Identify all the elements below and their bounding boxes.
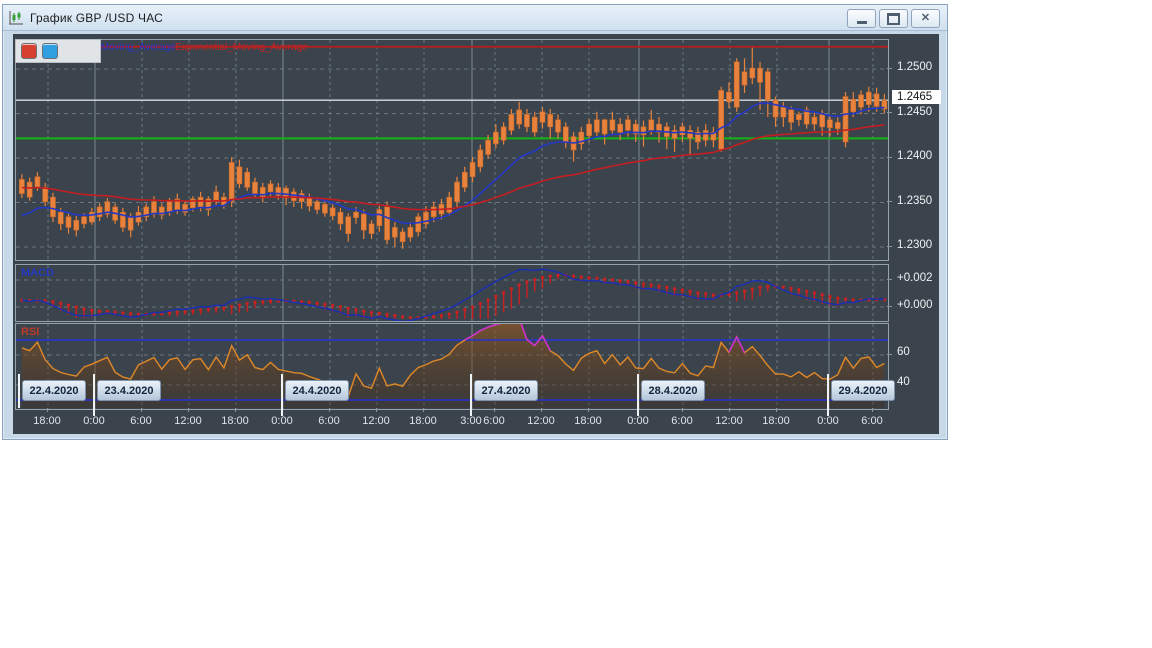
chart-window: График GBP /USD ЧАС ✕ Exponential_Moving…	[2, 4, 948, 440]
price-chart-panel[interactable]	[15, 39, 889, 261]
macd-tick	[887, 305, 892, 307]
maximize-icon	[887, 12, 900, 25]
time-axis-label: 0:00	[627, 415, 649, 427]
candlestick-chart-icon	[9, 10, 23, 25]
time-tick	[375, 408, 377, 412]
time-tick	[540, 408, 542, 412]
time-axis-label: 12:00	[174, 415, 202, 427]
date-boundary-tick	[470, 374, 472, 408]
time-tick	[234, 408, 236, 412]
time-axis-label: 6:00	[861, 415, 883, 427]
chart-client-area: Exponential_Moving_Average Exponential_M…	[13, 34, 941, 434]
window-title: График GBP /USD ЧАС	[30, 10, 163, 25]
time-axis-label: 18:00	[762, 415, 790, 427]
time-axis-label: 6:00	[483, 415, 505, 427]
date-boundary-tick	[637, 374, 639, 408]
price-tick	[887, 245, 892, 247]
time-axis-label: 18:00	[221, 415, 249, 427]
macd-tick	[887, 278, 892, 280]
time-axis-label: 3:00	[460, 415, 482, 427]
price-tick	[887, 67, 892, 69]
rsi-tick	[887, 353, 892, 355]
time-tick	[587, 408, 589, 412]
time-tick	[187, 408, 189, 412]
day-boundary-tick	[827, 408, 829, 416]
time-tick	[328, 408, 330, 412]
macd-axis-label: +0.000	[897, 299, 933, 311]
chart-mini-toolbar	[15, 39, 101, 63]
date-box[interactable]: 29.4.2020	[831, 380, 895, 401]
rsi-axis-label: 60	[897, 346, 910, 358]
macd-panel[interactable]	[15, 264, 889, 322]
minimize-button[interactable]	[847, 9, 876, 28]
close-button[interactable]: ✕	[911, 9, 940, 28]
date-box[interactable]: 23.4.2020	[97, 380, 161, 401]
date-box[interactable]: 28.4.2020	[641, 380, 705, 401]
date-box[interactable]: 22.4.2020	[22, 380, 86, 401]
title-bar[interactable]: График GBP /USD ЧАС ✕	[3, 5, 947, 31]
price-axis-label: 1.2400	[897, 150, 933, 162]
rsi-axis-label: 40	[897, 376, 910, 388]
day-boundary-tick	[281, 408, 283, 416]
time-axis-label: 18:00	[409, 415, 437, 427]
blue-marker-button[interactable]	[42, 43, 58, 59]
desktop: График GBP /USD ЧАС ✕ Exponential_Moving…	[0, 0, 1152, 648]
macd-label: MACD	[21, 267, 54, 279]
time-axis-label: 0:00	[83, 415, 105, 427]
time-axis-label: 6:00	[671, 415, 693, 427]
time-axis-label: 6:00	[318, 415, 340, 427]
time-axis-label: 0:00	[817, 415, 839, 427]
date-boundary-tick	[281, 374, 283, 408]
time-tick	[140, 408, 142, 412]
day-boundary-tick	[93, 408, 95, 416]
rsi-label: RSI	[21, 326, 40, 338]
macd-axis-label: +0.002	[897, 272, 933, 284]
legend-ema-slow[interactable]: Exponential_Moving_Average	[175, 42, 308, 53]
time-tick	[775, 408, 777, 412]
time-axis-label: 12:00	[715, 415, 743, 427]
price-tick	[887, 156, 892, 158]
date-boundary-tick	[18, 374, 20, 408]
price-axis-label: 1.2500	[897, 61, 933, 73]
price-axis-label: 1.2450	[897, 105, 933, 118]
minimize-icon	[856, 21, 867, 24]
date-boundary-tick	[93, 374, 95, 408]
time-axis-label: 18:00	[574, 415, 602, 427]
time-axis-label: 6:00	[130, 415, 152, 427]
date-boundary-tick	[827, 374, 829, 408]
time-tick	[46, 408, 48, 412]
date-box[interactable]: 24.4.2020	[285, 380, 349, 401]
time-axis-label: 0:00	[271, 415, 293, 427]
close-icon: ✕	[920, 12, 931, 24]
time-tick	[681, 408, 683, 412]
time-tick	[728, 408, 730, 412]
price-axis-label: 1.2350	[897, 194, 933, 207]
price-tick	[887, 112, 892, 113]
date-box[interactable]: 27.4.2020	[474, 380, 538, 401]
current-price-label: 1.2465	[892, 90, 941, 105]
red-marker-button[interactable]	[21, 43, 37, 59]
day-boundary-tick	[637, 408, 639, 416]
day-boundary-tick	[470, 408, 472, 416]
time-tick	[493, 408, 495, 412]
maximize-button[interactable]	[879, 9, 908, 28]
time-axis-label: 18:00	[33, 415, 61, 427]
time-axis-label: 12:00	[362, 415, 390, 427]
price-axis-label: 1.2300	[897, 239, 933, 251]
time-tick	[422, 408, 424, 412]
time-tick	[871, 408, 873, 412]
time-axis-label: 12:00	[527, 415, 555, 427]
price-tick	[887, 201, 892, 202]
